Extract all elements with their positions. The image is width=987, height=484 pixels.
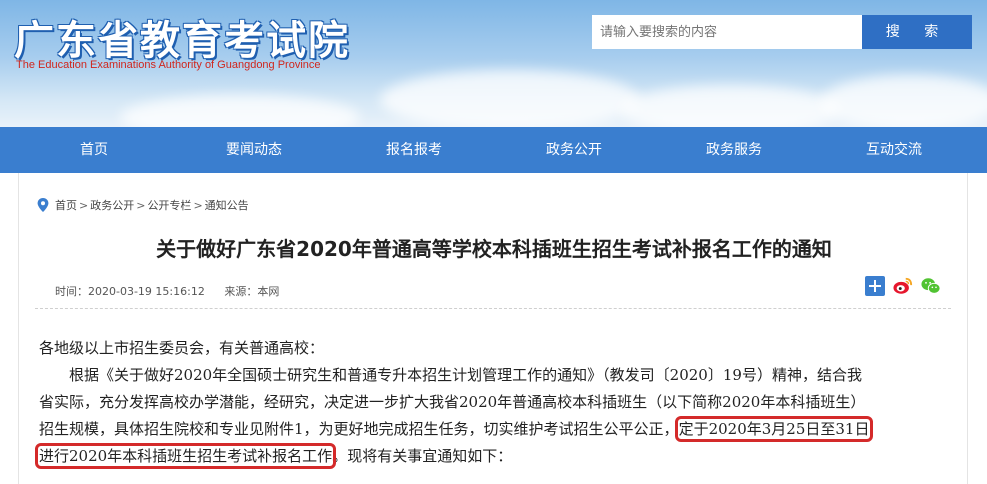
divider bbox=[35, 308, 951, 309]
main-nav: 首页 要闻动态 报名报考 政务公开 政务服务 互动交流 bbox=[0, 127, 987, 173]
cloud-decoration bbox=[820, 75, 987, 127]
salutation: 各地级以上市招生委员会，有关普通高校： bbox=[39, 339, 325, 357]
breadcrumb-open-column[interactable]: 公开专栏 bbox=[147, 197, 191, 213]
highlight-registration-work: 进行2020年本科插班生招生考试补报名工作 bbox=[34, 443, 337, 469]
location-pin-icon bbox=[37, 198, 49, 212]
share-bar bbox=[865, 276, 941, 296]
breadcrumb: 首页 > 政务公开 > 公开专栏 > 通知公告 bbox=[37, 197, 249, 213]
search-input[interactable] bbox=[592, 15, 862, 49]
cloud-decoration bbox=[120, 95, 360, 127]
nav-item-news[interactable]: 要闻动态 bbox=[174, 127, 334, 173]
publish-time: 时间：2020-03-19 15:16:12 bbox=[55, 285, 205, 298]
nav-item-registration[interactable]: 报名报考 bbox=[334, 127, 494, 173]
share-plus-icon[interactable] bbox=[865, 276, 885, 296]
breadcrumb-separator: > bbox=[136, 198, 146, 212]
search-button[interactable]: 搜 索 bbox=[862, 15, 972, 49]
site-logo-subtitle: The Education Examinations Authority of … bbox=[16, 59, 321, 71]
nav-item-government-affairs[interactable]: 政务公开 bbox=[494, 127, 654, 173]
site-logo-title[interactable]: 广东省教育考试院 bbox=[14, 8, 350, 66]
weibo-icon[interactable] bbox=[893, 276, 913, 296]
nav-item-government-services[interactable]: 政务服务 bbox=[654, 127, 814, 173]
paragraph-line: 根据《关于做好2020年全国硕士研究生和普通专升本招生计划管理工作的通知》（教发… bbox=[69, 366, 862, 384]
article-body: 各地级以上市招生委员会，有关普通高校： 根据《关于做好2020年全国硕士研究生和… bbox=[34, 335, 949, 470]
site-header: 广东省教育考试院 The Education Examinations Auth… bbox=[0, 0, 987, 127]
highlight-registration-date: 定于2020年3月25日至31日 bbox=[674, 416, 874, 442]
article-title: 关于做好广东省2020年普通高等学校本科插班生招生考试补报名工作的通知 bbox=[156, 237, 832, 261]
wechat-icon[interactable] bbox=[921, 276, 941, 296]
breadcrumb-separator: > bbox=[79, 198, 89, 212]
paragraph-line: 进行2020年本科插班生招生考试补报名工作。现将有关事宜通知如下： bbox=[34, 443, 949, 470]
paragraph-text: 招生规模，具体招生院校和专业见附件1，为更好地完成招生任务，切实维护考试招生公平… bbox=[39, 420, 679, 438]
article-meta: 时间：2020-03-19 15:16:12 来源：本网 bbox=[55, 283, 295, 299]
breadcrumb-home[interactable]: 首页 bbox=[55, 197, 77, 213]
breadcrumb-government-affairs[interactable]: 政务公开 bbox=[90, 197, 134, 213]
paragraph-text: 。现将有关事宜通知如下： bbox=[332, 447, 513, 465]
paragraph-line: 省实际，充分发挥高校办学潜能，经研究，决定进一步扩大我省2020年普通高校本科插… bbox=[39, 393, 866, 411]
cloud-decoration bbox=[620, 85, 840, 127]
article-source: 来源：本网 bbox=[224, 285, 280, 298]
nav-item-interaction[interactable]: 互动交流 bbox=[814, 127, 974, 173]
paragraph-line: 招生规模，具体招生院校和专业见附件1，为更好地完成招生任务，切实维护考试招生公平… bbox=[39, 416, 949, 443]
nav-item-home[interactable]: 首页 bbox=[14, 127, 174, 173]
cloud-decoration bbox=[380, 70, 640, 127]
breadcrumb-notices[interactable]: 通知公告 bbox=[205, 197, 249, 213]
breadcrumb-separator: > bbox=[193, 198, 203, 212]
article-container: 首页 > 政务公开 > 公开专栏 > 通知公告 关于做好广东省2020年普通高等… bbox=[18, 173, 968, 484]
